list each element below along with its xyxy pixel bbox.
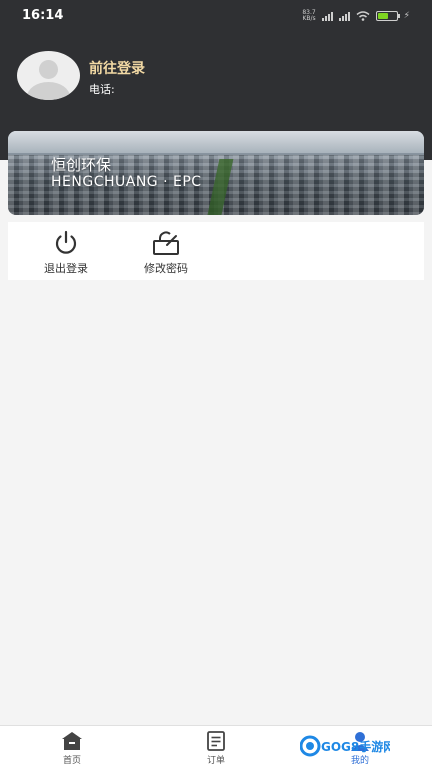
tab-home[interactable]: 首页 [32,726,112,769]
charging-icon: ⚡ [403,11,410,21]
account-actions: 退出登录 修改密码 [8,222,424,280]
tab-orders[interactable]: 订单 [176,726,256,769]
status-time: 16:14 [22,8,64,23]
logout-label: 退出登录 [44,262,88,275]
login-link[interactable]: 前往登录 [89,58,145,78]
site-watermark: GOG8手游网 [299,735,395,757]
change-password-button[interactable]: 修改密码 [116,222,216,280]
power-icon [55,230,77,254]
change-password-label: 修改密码 [144,262,188,275]
order-list-icon [207,731,225,751]
lock-edit-icon [153,231,179,255]
battery-icon [375,11,400,21]
status-bar: 16:14 83.7 KB/s ⚡ [0,0,432,32]
logout-button[interactable]: 退出登录 [16,222,116,280]
watermark-text: GOG8手游网 [321,739,390,754]
avatar[interactable] [17,51,80,100]
banner-subtitle: HENGCHUANG · EPC [51,174,202,190]
network-speed: 83.7 KB/s [302,9,316,22]
tab-home-label: 首页 [62,756,81,766]
tab-orders-label: 订单 [206,756,225,766]
wifi-icon [356,11,370,21]
signal-icon-2 [338,11,350,21]
banner-title: 恒创环保 [51,156,112,174]
phone-label: 电话: [89,83,115,96]
status-icons: 83.7 KB/s ⚡ [302,9,410,23]
company-banner: 恒创环保 HENGCHUANG · EPC [8,131,424,215]
signal-icon [321,11,333,21]
home-icon [62,732,82,750]
